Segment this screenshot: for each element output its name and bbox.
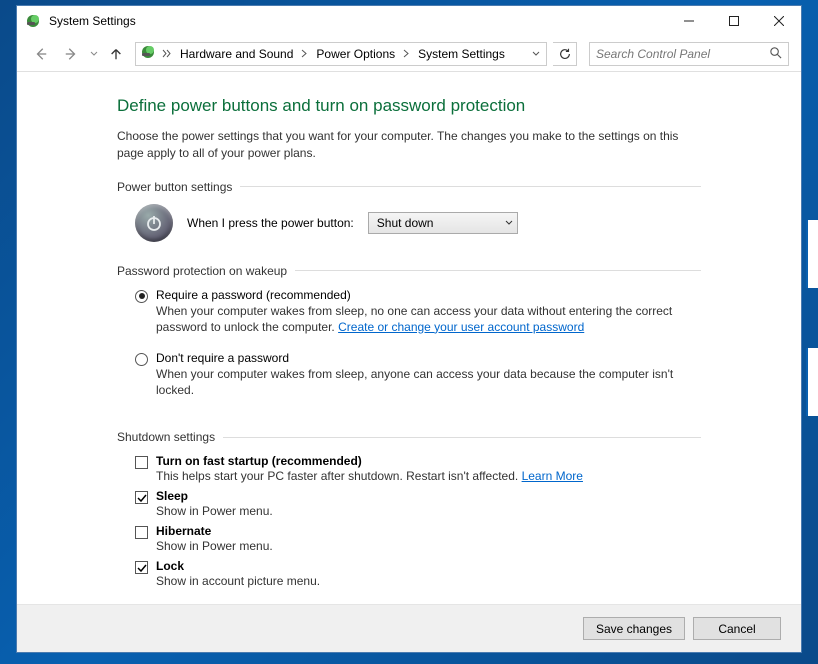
learn-more-link[interactable]: Learn More — [522, 469, 583, 483]
back-button[interactable] — [29, 42, 53, 66]
checkbox-label: Hibernate — [156, 524, 701, 538]
desktop-decoration — [806, 220, 818, 288]
page-heading: Define power buttons and turn on passwor… — [117, 96, 701, 116]
chevron-icon[interactable] — [401, 47, 412, 61]
refresh-button[interactable] — [553, 42, 577, 66]
system-settings-window: System Settings — [16, 5, 802, 653]
power-button-prompt: When I press the power button: — [187, 216, 354, 230]
window-title: System Settings — [49, 14, 666, 28]
chevron-icon[interactable] — [299, 47, 310, 61]
breadcrumb-item[interactable]: Power Options — [314, 47, 397, 61]
close-button[interactable] — [756, 6, 801, 36]
checkbox-description: Show in Power menu. — [156, 504, 701, 518]
history-dropdown[interactable] — [89, 50, 99, 58]
checkbox-description: This helps start your PC faster after sh… — [156, 469, 701, 483]
app-icon — [25, 13, 41, 29]
divider — [295, 270, 701, 271]
checkbox-hibernate[interactable] — [135, 526, 148, 539]
minimize-button[interactable] — [666, 6, 711, 36]
nav-bar: Hardware and Sound Power Options System … — [17, 36, 801, 72]
save-changes-button[interactable]: Save changes — [583, 617, 685, 640]
section-power-button: Power button settings — [117, 180, 701, 194]
section-password: Password protection on wakeup — [117, 264, 701, 278]
section-shutdown: Shutdown settings — [117, 430, 701, 444]
power-icon — [135, 204, 173, 242]
address-dropdown[interactable] — [528, 43, 544, 65]
content-area: Define power buttons and turn on passwor… — [17, 72, 801, 604]
power-button-select[interactable]: Shut down — [368, 212, 518, 234]
up-button[interactable] — [105, 43, 127, 65]
checkbox-description: Show in Power menu. — [156, 539, 701, 553]
search-box[interactable] — [589, 42, 789, 66]
breadcrumb-item[interactable]: Hardware and Sound — [178, 47, 295, 61]
address-bar[interactable]: Hardware and Sound Power Options System … — [135, 42, 547, 66]
radio-no-password[interactable] — [135, 353, 148, 366]
checkbox-fast-startup[interactable] — [135, 456, 148, 469]
radio-description: When your computer wakes from sleep, no … — [156, 303, 701, 335]
control-panel-icon — [140, 44, 156, 63]
power-button-value: Shut down — [377, 216, 434, 230]
desktop-decoration — [806, 348, 818, 416]
divider — [223, 437, 701, 438]
maximize-button[interactable] — [711, 6, 756, 36]
radio-require-password[interactable] — [135, 290, 148, 303]
forward-button[interactable] — [59, 42, 83, 66]
cancel-button[interactable]: Cancel — [693, 617, 781, 640]
checkbox-sleep[interactable] — [135, 491, 148, 504]
checkbox-label: Turn on fast startup (recommended) — [156, 454, 701, 468]
search-input[interactable] — [596, 47, 769, 61]
checkbox-lock[interactable] — [135, 561, 148, 574]
chevron-down-icon — [505, 216, 513, 230]
checkbox-description: Show in account picture menu. — [156, 574, 701, 588]
divider — [240, 186, 701, 187]
radio-description: When your computer wakes from sleep, any… — [156, 366, 701, 398]
breadcrumb-item[interactable]: System Settings — [416, 47, 507, 61]
radio-label: Don't require a password — [156, 351, 701, 365]
page-intro: Choose the power settings that you want … — [117, 128, 701, 162]
create-password-link[interactable]: Create or change your user account passw… — [338, 320, 584, 334]
radio-label: Require a password (recommended) — [156, 288, 701, 302]
checkbox-label: Sleep — [156, 489, 701, 503]
title-bar: System Settings — [17, 6, 801, 36]
chevron-icon[interactable] — [160, 47, 174, 61]
footer: Save changes Cancel — [17, 604, 801, 652]
checkbox-label: Lock — [156, 559, 701, 573]
search-icon[interactable] — [769, 46, 782, 62]
